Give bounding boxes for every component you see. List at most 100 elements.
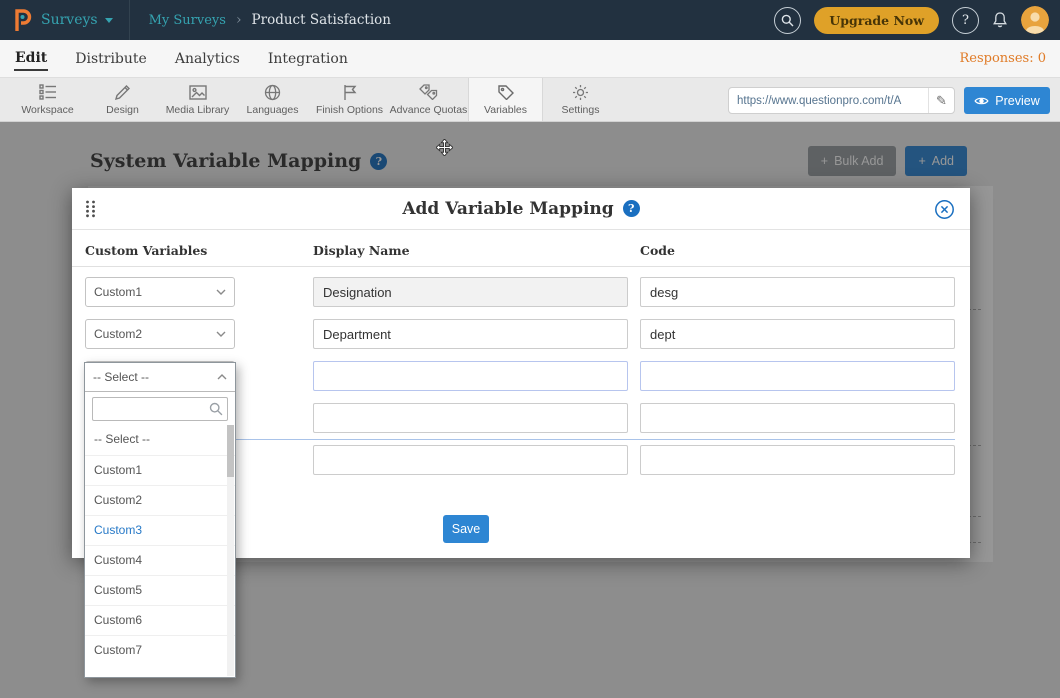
- avatar-image: [1021, 6, 1049, 34]
- close-button[interactable]: [934, 199, 955, 220]
- custom-variable-dropdown: -- Select -- -- Select -- Custom1 Custom…: [84, 362, 236, 678]
- column-header-display-name: Display Name: [313, 243, 640, 258]
- custom-variable-select[interactable]: Custom2: [85, 319, 235, 349]
- upgrade-now-button[interactable]: Upgrade Now: [814, 7, 939, 34]
- responses-count[interactable]: Responses: 0: [960, 51, 1047, 66]
- workspace-icon: [39, 83, 57, 101]
- edit-url-button[interactable]: ✎: [928, 88, 954, 113]
- display-name-input[interactable]: [313, 403, 628, 433]
- toolbar-item-variables[interactable]: Variables: [468, 78, 543, 121]
- display-name-input[interactable]: [313, 277, 628, 307]
- dropdown-scrollbar[interactable]: [227, 425, 234, 676]
- modal-title-text: Add Variable Mapping: [402, 199, 613, 219]
- dropdown-option-custom6[interactable]: Custom6: [85, 605, 235, 635]
- toolbar-label: Advance Quotas: [390, 104, 468, 116]
- survey-title: Product Satisfaction: [252, 12, 391, 28]
- toolbar-item-design[interactable]: Design: [85, 78, 160, 121]
- toolbar-label: Settings: [562, 104, 600, 116]
- dropdown-search: [85, 392, 235, 425]
- code-input[interactable]: [640, 445, 955, 475]
- display-name-input[interactable]: [313, 361, 628, 391]
- scrollbar-thumb[interactable]: [227, 425, 234, 477]
- survey-nav: Edit Distribute Analytics Integration Re…: [0, 40, 1060, 77]
- topbar-actions: Upgrade Now ?: [774, 6, 1060, 34]
- help-icon[interactable]: ?: [623, 200, 640, 217]
- logo-p-icon: [13, 9, 32, 32]
- survey-url-box[interactable]: https://www.questionpro.com/t/A ✎: [728, 87, 955, 114]
- toolbar-label: Workspace: [21, 104, 73, 116]
- toolbar-item-advance-quotas[interactable]: Advance Quotas: [389, 78, 468, 121]
- tab-integration[interactable]: Integration: [267, 47, 349, 70]
- toolbar-label: Design: [106, 104, 139, 116]
- tab-analytics[interactable]: Analytics: [174, 47, 241, 70]
- custom-variable-select-open[interactable]: -- Select --: [85, 363, 235, 392]
- questionpro-app: Surveys My Surveys › Product Satisfactio…: [0, 0, 1060, 698]
- dropdown-option-custom4[interactable]: Custom4: [85, 545, 235, 575]
- dropdown-option-custom2[interactable]: Custom2: [85, 485, 235, 515]
- dropdown-option-custom3[interactable]: Custom3: [85, 515, 235, 545]
- column-headers: Custom Variables Display Name Code: [72, 230, 970, 267]
- mapping-row: Custom2: [72, 313, 970, 355]
- save-button[interactable]: Save: [443, 515, 489, 543]
- preview-label: Preview: [995, 94, 1039, 108]
- code-input[interactable]: [640, 361, 955, 391]
- topbar-divider: [129, 0, 130, 40]
- languages-icon: [264, 83, 281, 101]
- code-input[interactable]: [640, 403, 955, 433]
- tab-distribute[interactable]: Distribute: [74, 47, 148, 70]
- code-input[interactable]: [640, 277, 955, 307]
- toolbar-item-settings[interactable]: Settings: [543, 78, 618, 121]
- dropdown-option-custom1[interactable]: Custom1: [85, 455, 235, 485]
- question-glyph: ?: [628, 202, 634, 215]
- survey-url: https://www.questionpro.com/t/A: [729, 95, 928, 107]
- tab-edit[interactable]: Edit: [14, 46, 48, 71]
- display-name-input[interactable]: [313, 319, 628, 349]
- select-value: Custom1: [94, 285, 142, 299]
- preview-button[interactable]: Preview: [964, 87, 1050, 114]
- custom-variable-select[interactable]: Custom1: [85, 277, 235, 307]
- toolbar-item-media-library[interactable]: Media Library: [160, 78, 235, 121]
- question-icon: ?: [962, 13, 969, 28]
- finish-options-icon: [342, 83, 357, 101]
- topbar: Surveys My Surveys › Product Satisfactio…: [0, 0, 1060, 40]
- toolbar-item-languages[interactable]: Languages: [235, 78, 310, 121]
- select-value: -- Select --: [93, 370, 149, 384]
- toolbar-label: Finish Options: [316, 104, 383, 116]
- eye-icon: [974, 96, 989, 106]
- media-library-icon: [189, 83, 207, 101]
- chevron-up-icon: [217, 374, 227, 380]
- dropdown-option-custom5[interactable]: Custom5: [85, 575, 235, 605]
- toolbar-item-finish-options[interactable]: Finish Options: [310, 78, 389, 121]
- search-icon: [209, 402, 223, 416]
- dropdown-options-list: -- Select -- Custom1 Custom2 Custom3 Cus…: [85, 425, 235, 665]
- column-header-custom-variables: Custom Variables: [85, 243, 313, 258]
- dropdown-search-input[interactable]: [92, 397, 228, 421]
- drag-handle-icon[interactable]: [85, 200, 96, 223]
- mapping-row: Custom1: [72, 271, 970, 313]
- toolbar-label: Variables: [484, 104, 527, 116]
- close-icon: [934, 199, 955, 220]
- surveys-menu[interactable]: Surveys: [41, 12, 113, 28]
- toolbar-label: Languages: [247, 104, 299, 116]
- modal-header: Add Variable Mapping ?: [72, 188, 970, 230]
- search-button[interactable]: [774, 7, 801, 34]
- pencil-icon: ✎: [936, 93, 947, 109]
- help-button[interactable]: ?: [952, 7, 979, 34]
- edit-toolbar: Workspace Design Media Library: [0, 77, 1060, 122]
- search-icon: [781, 14, 794, 27]
- display-name-input[interactable]: [313, 445, 628, 475]
- breadcrumb-my-surveys[interactable]: My Surveys: [149, 13, 226, 28]
- modal-title: Add Variable Mapping ?: [402, 199, 639, 219]
- advance-quotas-icon: [419, 83, 438, 101]
- chevron-down-icon: [216, 289, 226, 295]
- toolbar-item-workspace[interactable]: Workspace: [10, 78, 85, 121]
- questionpro-logo[interactable]: [13, 9, 32, 32]
- caret-down-icon: [105, 18, 113, 23]
- dropdown-option-select[interactable]: -- Select --: [85, 425, 235, 455]
- code-input[interactable]: [640, 319, 955, 349]
- bell-icon[interactable]: [992, 11, 1008, 29]
- avatar[interactable]: [1021, 6, 1049, 34]
- toolbar-label: Media Library: [166, 104, 230, 116]
- dropdown-option-custom7[interactable]: Custom7: [85, 635, 235, 665]
- surveys-menu-label: Surveys: [41, 12, 98, 28]
